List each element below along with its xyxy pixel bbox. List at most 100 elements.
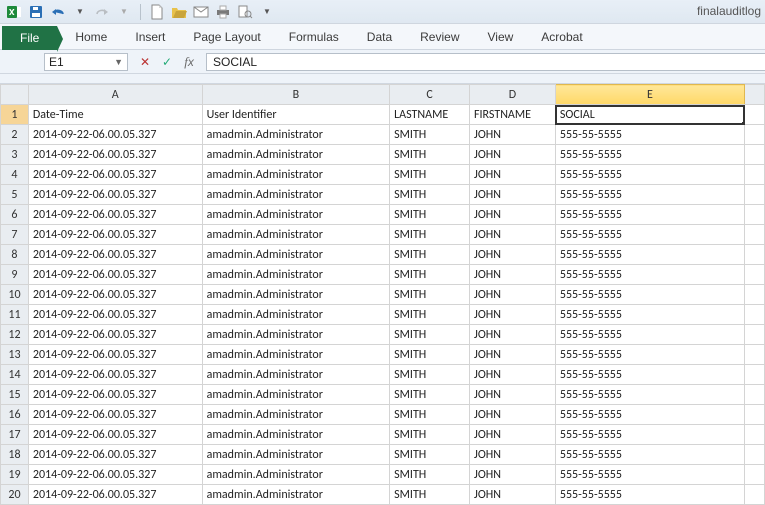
qat-customize-dropdown-icon[interactable]: ▼ [259,4,275,20]
cell-E12[interactable]: 555-55-5555 [555,325,744,345]
cell-E2[interactable]: 555-55-5555 [555,125,744,145]
redo-dropdown-icon[interactable]: ▼ [116,4,132,20]
cell-D18[interactable]: JOHN [470,445,556,465]
cell-E11[interactable]: 555-55-5555 [555,305,744,325]
row-13[interactable]: 13 [1,345,29,365]
tab-formulas[interactable]: Formulas [275,26,353,49]
cell-A11[interactable]: 2014-09-22-06.00.05.327 [28,305,202,325]
cell-A17[interactable]: 2014-09-22-06.00.05.327 [28,425,202,445]
cell-C19[interactable]: SMITH [390,465,470,485]
cell-D5[interactable]: JOHN [470,185,556,205]
cell-D17[interactable]: JOHN [470,425,556,445]
cell-D11[interactable]: JOHN [470,305,556,325]
cell-F10[interactable] [745,285,765,305]
cell-E13[interactable]: 555-55-5555 [555,345,744,365]
row-10[interactable]: 10 [1,285,29,305]
cell-E6[interactable]: 555-55-5555 [555,205,744,225]
row-5[interactable]: 5 [1,185,29,205]
cell-E1[interactable]: SOCIAL [555,105,744,125]
cell-D10[interactable]: JOHN [470,285,556,305]
cell-F9[interactable] [745,265,765,285]
cell-D8[interactable]: JOHN [470,245,556,265]
cell-F14[interactable] [745,365,765,385]
cell-F3[interactable] [745,145,765,165]
cell-A20[interactable]: 2014-09-22-06.00.05.327 [28,485,202,505]
row-1[interactable]: 1 [1,105,29,125]
cell-D7[interactable]: JOHN [470,225,556,245]
name-box[interactable]: E1 ▼ [44,53,128,71]
cell-B9[interactable]: amadmin.Administrator [202,265,390,285]
cell-F12[interactable] [745,325,765,345]
cell-E5[interactable]: 555-55-5555 [555,185,744,205]
cell-C17[interactable]: SMITH [390,425,470,445]
cell-E14[interactable]: 555-55-5555 [555,365,744,385]
cell-B3[interactable]: amadmin.Administrator [202,145,390,165]
row-14[interactable]: 14 [1,365,29,385]
row-17[interactable]: 17 [1,425,29,445]
row-6[interactable]: 6 [1,205,29,225]
cell-D3[interactable]: JOHN [470,145,556,165]
cell-C15[interactable]: SMITH [390,385,470,405]
cell-E20[interactable]: 555-55-5555 [555,485,744,505]
cell-F19[interactable] [745,465,765,485]
cell-E16[interactable]: 555-55-5555 [555,405,744,425]
row-16[interactable]: 16 [1,405,29,425]
cell-C1[interactable]: LASTNAME [390,105,470,125]
tab-insert[interactable]: Insert [121,26,179,49]
cell-E8[interactable]: 555-55-5555 [555,245,744,265]
cell-F5[interactable] [745,185,765,205]
cell-A14[interactable]: 2014-09-22-06.00.05.327 [28,365,202,385]
col-B[interactable]: B [202,85,390,105]
formula-bar[interactable]: SOCIAL [206,53,765,71]
cell-F20[interactable] [745,485,765,505]
row-20[interactable]: 20 [1,485,29,505]
cell-C7[interactable]: SMITH [390,225,470,245]
row-8[interactable]: 8 [1,245,29,265]
open-icon[interactable] [171,4,187,20]
cell-B16[interactable]: amadmin.Administrator [202,405,390,425]
quickprint-icon[interactable] [215,4,231,20]
cell-F15[interactable] [745,385,765,405]
new-icon[interactable] [149,4,165,20]
tab-pagelayout[interactable]: Page Layout [179,26,274,49]
row-4[interactable]: 4 [1,165,29,185]
cell-D14[interactable]: JOHN [470,365,556,385]
cell-C12[interactable]: SMITH [390,325,470,345]
cell-C10[interactable]: SMITH [390,285,470,305]
cell-B11[interactable]: amadmin.Administrator [202,305,390,325]
undo-icon[interactable] [50,4,66,20]
col-A[interactable]: A [28,85,202,105]
cell-E4[interactable]: 555-55-5555 [555,165,744,185]
tab-data[interactable]: Data [353,26,406,49]
redo-icon[interactable] [94,4,110,20]
row-7[interactable]: 7 [1,225,29,245]
cell-A1[interactable]: Date-Time [28,105,202,125]
row-9[interactable]: 9 [1,265,29,285]
select-all-corner[interactable] [1,85,29,105]
cell-A12[interactable]: 2014-09-22-06.00.05.327 [28,325,202,345]
cell-D12[interactable]: JOHN [470,325,556,345]
cell-B1[interactable]: User Identifier [202,105,390,125]
cell-A16[interactable]: 2014-09-22-06.00.05.327 [28,405,202,425]
col-C[interactable]: C [390,85,470,105]
cell-A13[interactable]: 2014-09-22-06.00.05.327 [28,345,202,365]
tab-review[interactable]: Review [406,26,473,49]
cell-E18[interactable]: 555-55-5555 [555,445,744,465]
cell-B20[interactable]: amadmin.Administrator [202,485,390,505]
cell-C16[interactable]: SMITH [390,405,470,425]
undo-dropdown-icon[interactable]: ▼ [72,4,88,20]
cell-B17[interactable]: amadmin.Administrator [202,425,390,445]
cell-F1[interactable] [745,105,765,125]
cell-C11[interactable]: SMITH [390,305,470,325]
cell-F11[interactable] [745,305,765,325]
cell-E9[interactable]: 555-55-5555 [555,265,744,285]
cell-E19[interactable]: 555-55-5555 [555,465,744,485]
cancel-icon[interactable]: ✕ [138,55,152,69]
cell-F8[interactable] [745,245,765,265]
cell-D19[interactable]: JOHN [470,465,556,485]
cell-B6[interactable]: amadmin.Administrator [202,205,390,225]
cell-F7[interactable] [745,225,765,245]
cell-B8[interactable]: amadmin.Administrator [202,245,390,265]
tab-file[interactable]: File [2,26,57,50]
cell-D16[interactable]: JOHN [470,405,556,425]
